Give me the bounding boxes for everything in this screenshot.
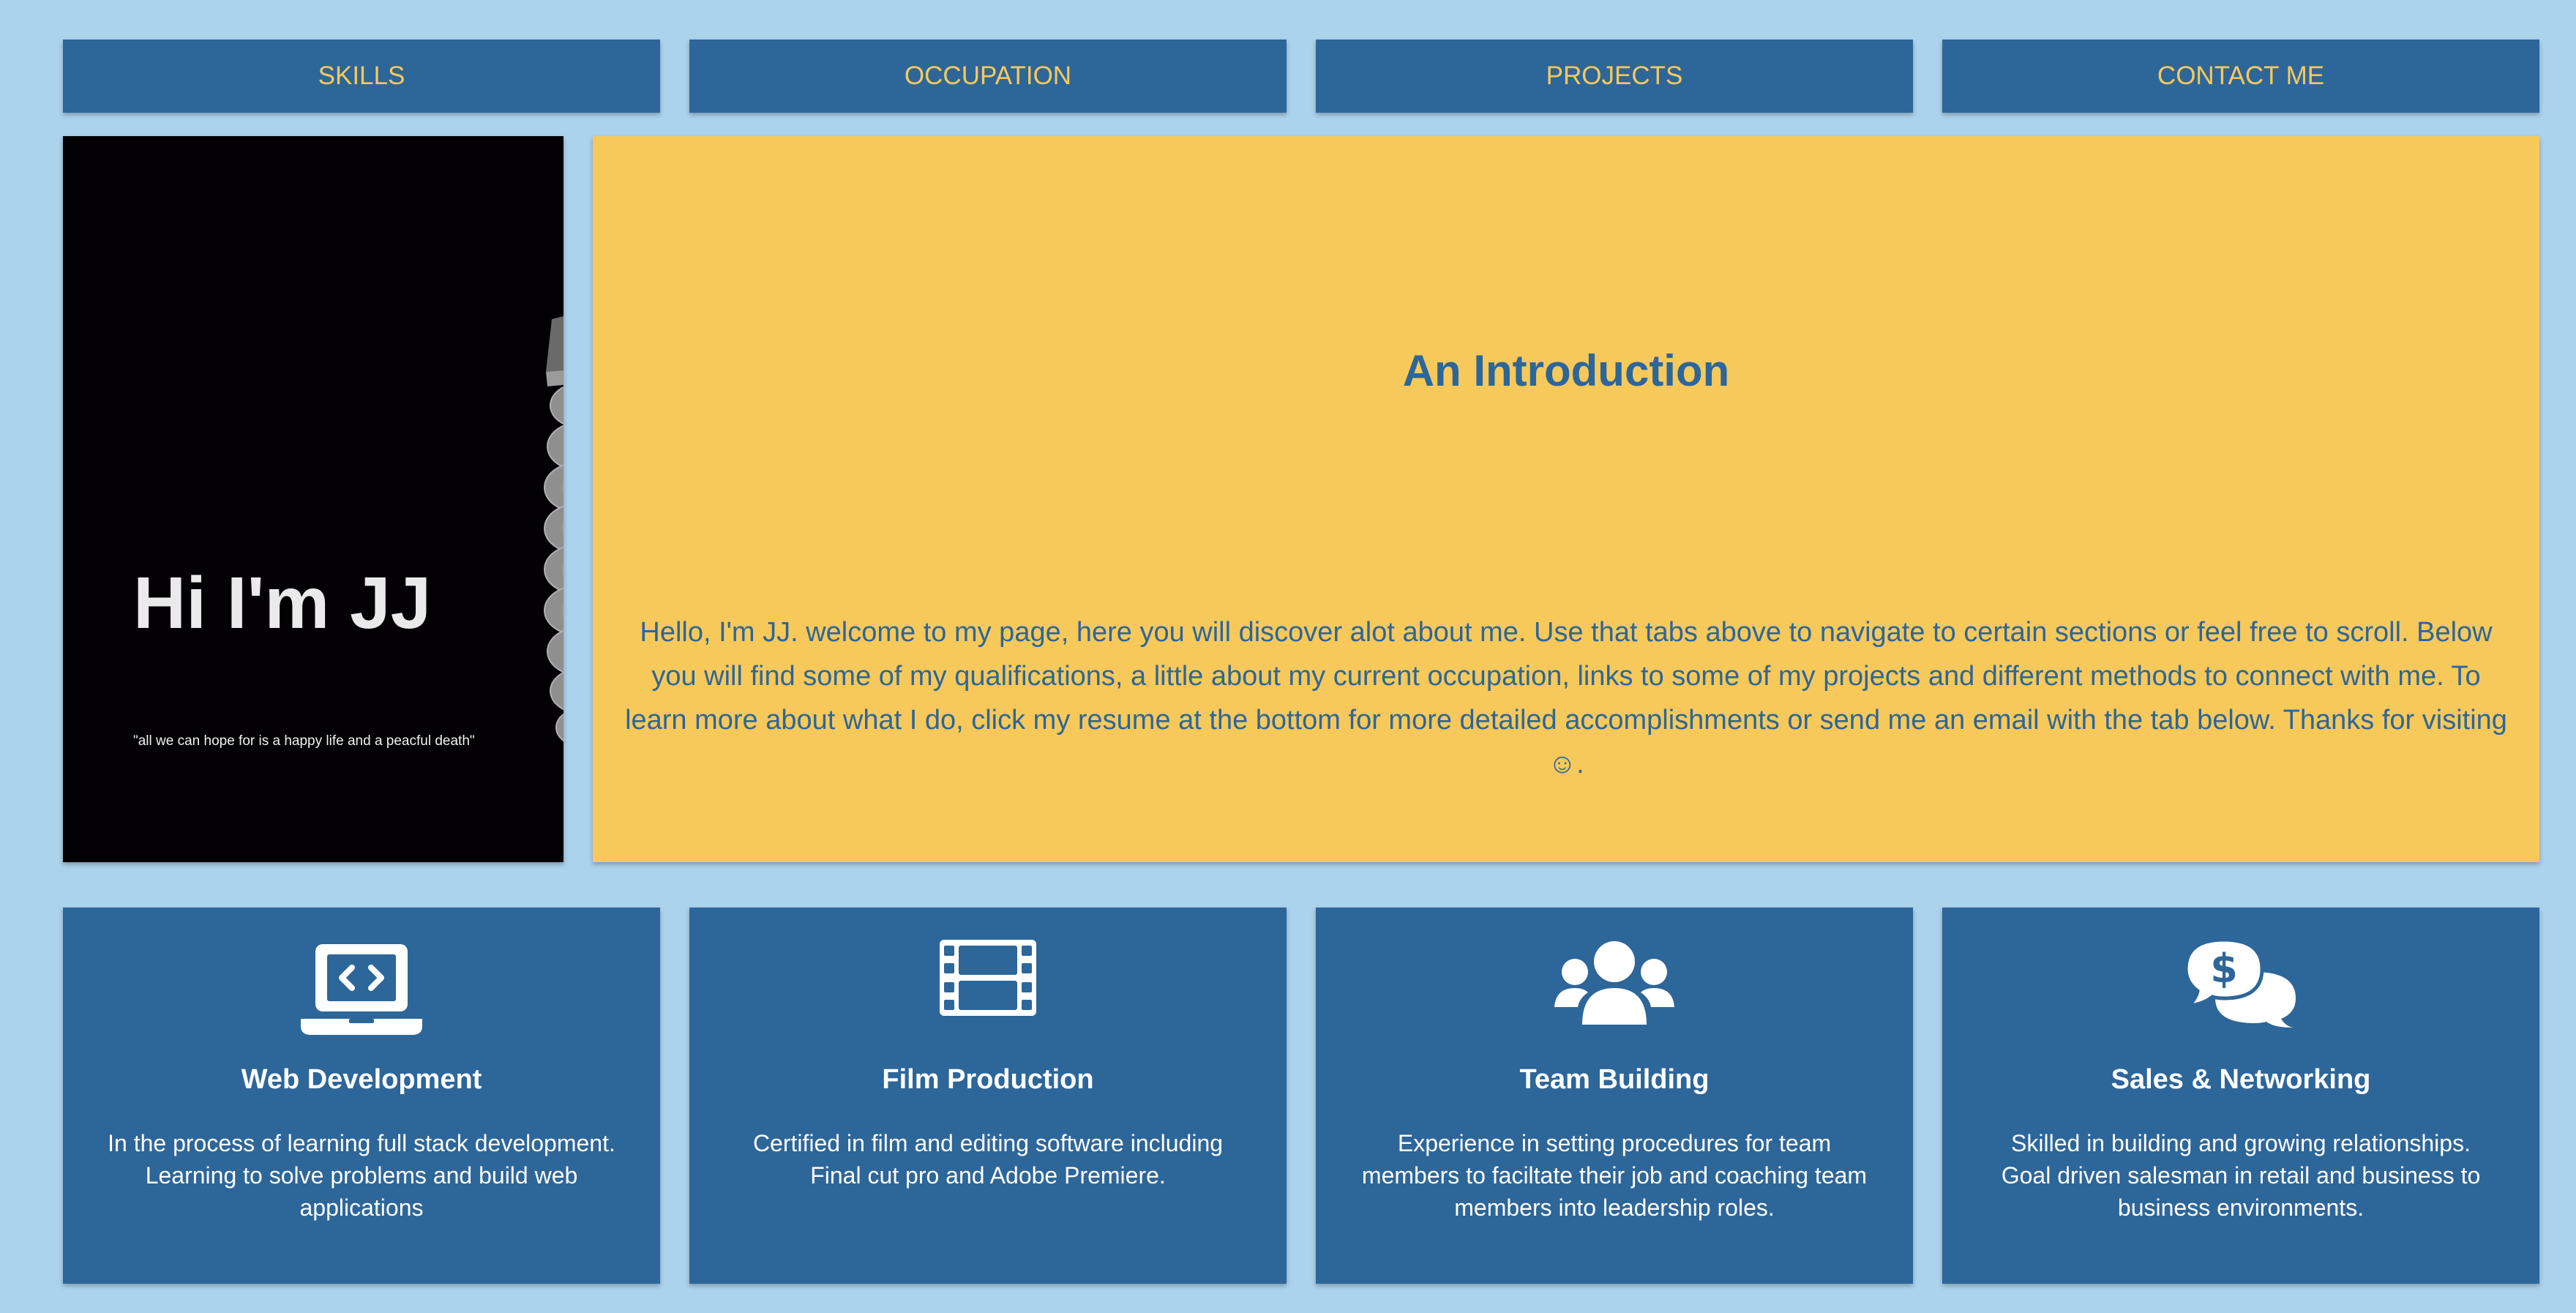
intro-title: An Introduction: [1402, 346, 1730, 395]
intro-text: Hello, I'm JJ. welcome to my page, here …: [625, 617, 2507, 779]
skill-card-title: Sales & Networking: [2111, 1064, 2371, 1095]
tab-skills-label: SKILLS: [318, 61, 405, 90]
users-icon: [1316, 940, 1913, 1042]
skill-card-text: Skilled in building and growing relation…: [2001, 1130, 2481, 1221]
skill-card-title: Team Building: [1519, 1064, 1710, 1095]
film-icon: [689, 940, 1287, 1042]
laptop-code-icon: [63, 940, 660, 1042]
skill-card-sales-networking: $ Sales & Networking Skilled in building…: [1942, 908, 2539, 1284]
tab-contact-me[interactable]: CONTACT ME: [1942, 40, 2539, 113]
skill-card-web-development: Web Development In the process of learni…: [63, 908, 660, 1284]
skill-card-text: Certified in film and editing software i…: [752, 1130, 1224, 1189]
skill-card-text: In the process of learning full stack de…: [108, 1130, 615, 1221]
hero-image: Hi I'm JJ "all we can hope for is a happ…: [63, 136, 564, 862]
skill-card-title: Web Development: [241, 1064, 482, 1095]
skill-card-title: Film Production: [882, 1064, 1094, 1095]
tab-skills[interactable]: SKILLS: [63, 40, 660, 113]
tab-projects-label: PROJECTS: [1546, 61, 1683, 90]
tab-contact-me-label: CONTACT ME: [2157, 61, 2325, 90]
tab-occupation-label: OCCUPATION: [904, 61, 1072, 90]
light-bulb-illustration: [544, 316, 564, 742]
svg-text:$: $: [2210, 946, 2238, 992]
skill-card-film-production: Film Production Certified in film and ed…: [689, 908, 1287, 1284]
hero-quote: "all we can hope for is a happy life and…: [133, 733, 475, 749]
tab-occupation[interactable]: OCCUPATION: [689, 40, 1287, 113]
comments-dollar-icon: $: [1942, 940, 2539, 1042]
tab-projects[interactable]: PROJECTS: [1316, 40, 1913, 113]
skill-card-team-building: Team Building Experience in setting proc…: [1316, 908, 1913, 1284]
skill-card-text: Experience in setting procedures for tea…: [1361, 1130, 1868, 1221]
introduction-panel: An Introduction Hello, I'm JJ. welcome t…: [593, 136, 2539, 862]
hero-title: Hi I'm JJ: [133, 562, 432, 644]
